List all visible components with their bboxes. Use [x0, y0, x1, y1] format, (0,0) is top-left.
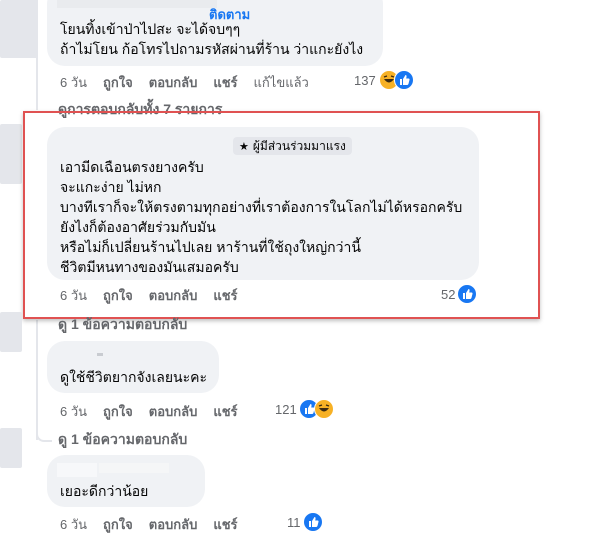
author-name-blur	[99, 463, 169, 473]
reaction-summary[interactable]: 121	[275, 399, 334, 419]
thread-line	[36, 320, 38, 440]
like-button[interactable]: ถูกใจ	[103, 72, 133, 93]
reply-button[interactable]: ตอบกลับ	[149, 514, 198, 535]
comment-bubble: เยอะดีกว่าน้อย	[47, 455, 205, 507]
avatar[interactable]	[0, 312, 22, 352]
comment-actions: 6 วัน ถูกใจ ตอบกลับ แชร์	[60, 401, 254, 422]
comment-actions: 6 วัน ถูกใจ ตอบกลับ แชร์ แก้ไขแล้ว	[60, 72, 325, 93]
reply-button[interactable]: ตอบกลับ	[149, 401, 198, 422]
comment-time[interactable]: 6 วัน	[60, 514, 87, 535]
avatar[interactable]	[0, 428, 22, 468]
comment-text-line: ดูใช้ชีวิตยากจังเลยนะคะ	[60, 369, 208, 385]
highlight-frame	[23, 111, 540, 319]
share-button[interactable]: แชร์	[213, 514, 237, 535]
reaction-count: 11	[287, 514, 301, 530]
comment-bubble: ดูใช้ชีวิตยากจังเลยนะคะ	[47, 341, 219, 393]
reaction-count: 137	[354, 72, 376, 88]
view-replies-link[interactable]: ดู 1 ข้อความตอบกลับ	[58, 314, 187, 336]
comment-text-line: เยอะดีกว่าน้อย	[60, 483, 149, 499]
comment-text-line: โยนทิ้งเข้าป่าไปสะ จะได้จบๆๆ	[60, 21, 241, 37]
comment-time[interactable]: 6 วัน	[60, 401, 87, 422]
like-button[interactable]: ถูกใจ	[103, 514, 133, 535]
reply-connector	[36, 430, 52, 442]
comment-text-line: ถ้าไม่โยน ก้อโทรไปถามรหัสผ่านที่ร้าน ว่า…	[60, 41, 364, 57]
comment-bubble: ติดตาม โยนทิ้งเข้าป่าไปสะ จะได้จบๆๆ ถ้าไ…	[47, 0, 383, 66]
view-replies-link[interactable]: ดู 1 ข้อความตอบกลับ	[58, 429, 187, 451]
author-name[interactable]	[97, 353, 103, 356]
comment-time[interactable]: 6 วัน	[60, 72, 87, 93]
reaction-count: 121	[275, 401, 297, 417]
author-name[interactable]	[57, 0, 217, 8]
like-icon	[302, 512, 323, 532]
haha-icon	[313, 399, 334, 419]
reaction-summary[interactable]: 137	[354, 70, 414, 90]
share-button[interactable]: แชร์	[213, 72, 237, 93]
reaction-summary[interactable]: 11	[287, 512, 323, 532]
avatar[interactable]	[0, 0, 38, 58]
like-icon	[393, 70, 414, 90]
share-button[interactable]: แชร์	[213, 401, 237, 422]
edited-label[interactable]: แก้ไขแล้ว	[254, 72, 309, 93]
author-name[interactable]	[57, 463, 97, 477]
reply-button[interactable]: ตอบกลับ	[149, 72, 198, 93]
avatar[interactable]	[0, 124, 22, 184]
comment-actions: 6 วัน ถูกใจ ตอบกลับ แชร์	[60, 514, 254, 535]
like-button[interactable]: ถูกใจ	[103, 401, 133, 422]
